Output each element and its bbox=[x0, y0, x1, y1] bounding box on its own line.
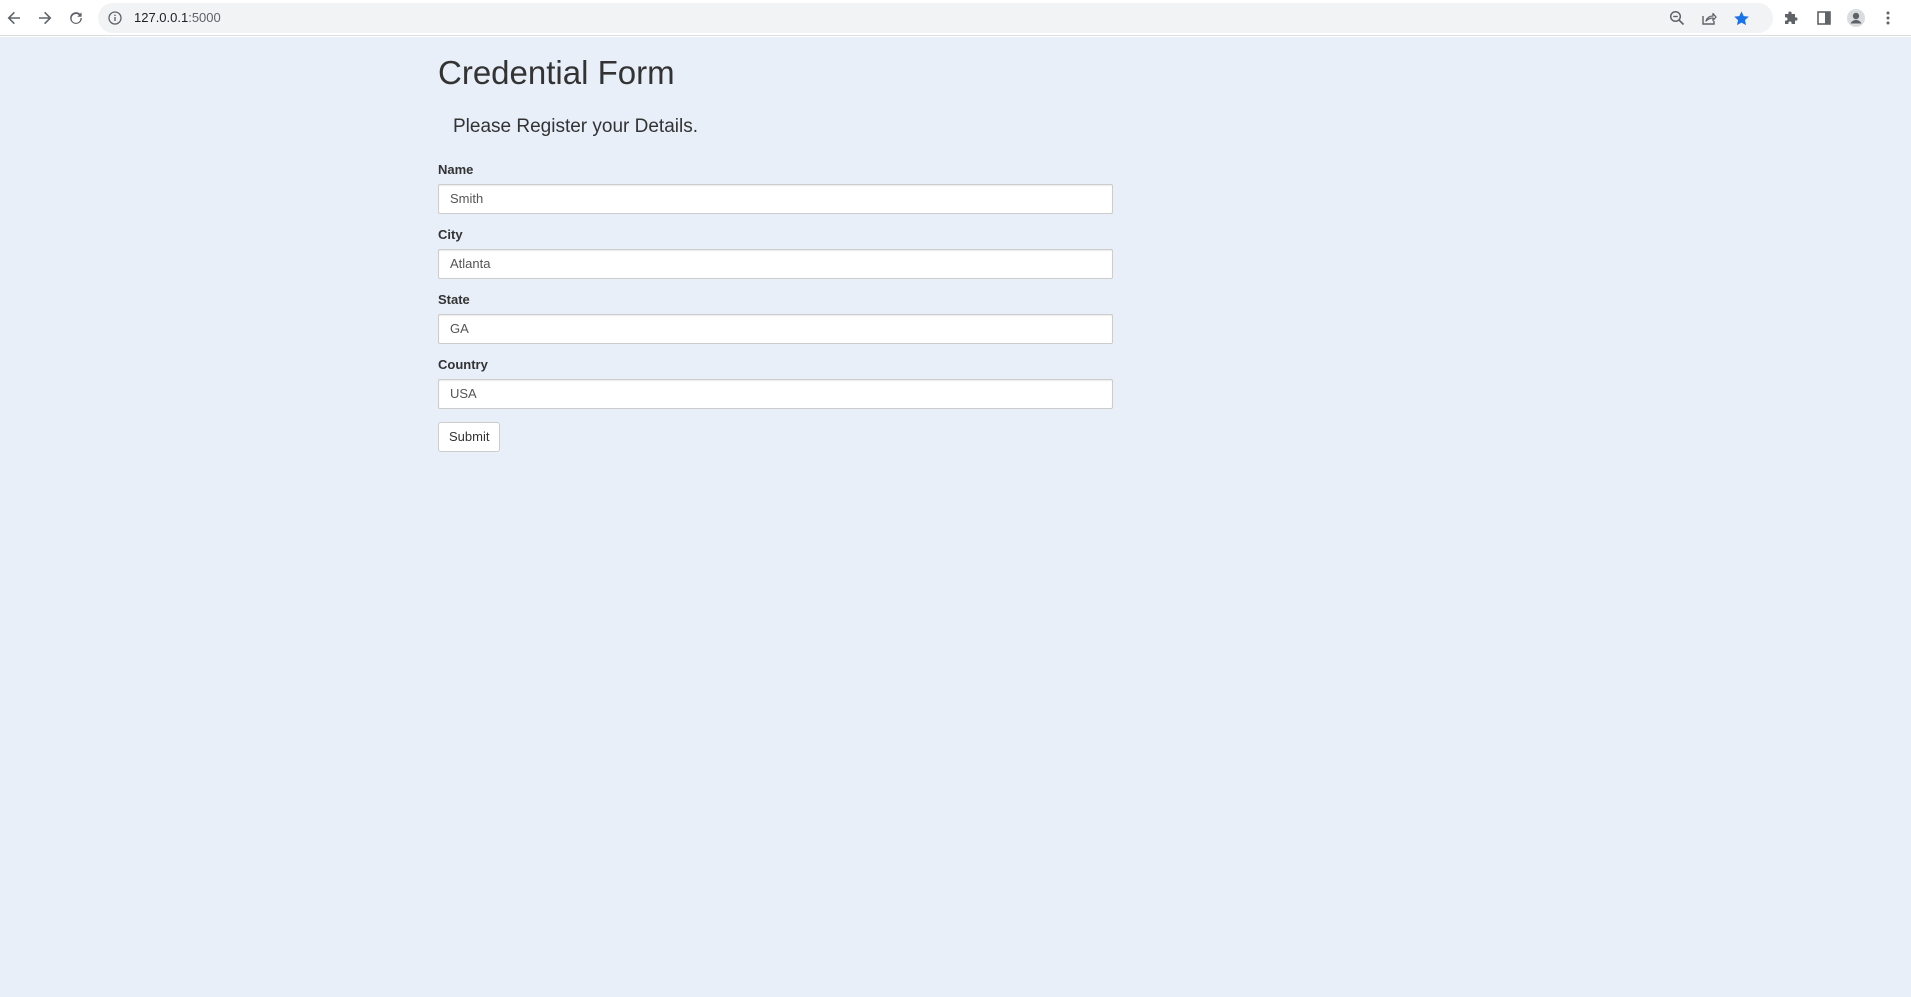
star-icon[interactable] bbox=[1731, 8, 1751, 28]
kebab-menu-icon[interactable] bbox=[1877, 7, 1899, 29]
url-port: :5000 bbox=[188, 10, 221, 25]
address-bar[interactable]: 127.0.0.1:5000 bbox=[98, 3, 1773, 33]
share-icon[interactable] bbox=[1699, 8, 1719, 28]
city-label: City bbox=[438, 226, 463, 242]
state-field-group: State bbox=[438, 292, 1114, 344]
avatar-icon[interactable] bbox=[1845, 7, 1867, 29]
country-label: Country bbox=[438, 356, 488, 372]
city-field-group: City bbox=[438, 227, 1114, 279]
page-title: Credential Form bbox=[438, 54, 675, 91]
city-input[interactable] bbox=[438, 248, 1113, 279]
form-container: Credential Form Please Register your Det… bbox=[438, 37, 1114, 452]
page-body: Credential Form Please Register your Det… bbox=[0, 37, 1911, 997]
reload-icon bbox=[68, 10, 84, 26]
arrow-left-icon bbox=[6, 10, 22, 26]
info-icon[interactable] bbox=[108, 11, 122, 25]
zoom-out-icon[interactable] bbox=[1667, 8, 1687, 28]
submit-button[interactable]: Submit bbox=[438, 421, 501, 452]
name-field-group: Name bbox=[438, 162, 1114, 214]
reload-button[interactable] bbox=[62, 4, 90, 32]
back-button[interactable] bbox=[0, 4, 28, 32]
side-panel-icon[interactable] bbox=[1813, 7, 1835, 29]
page-subtitle: Please Register your Details. bbox=[453, 115, 698, 137]
country-field-group: Country bbox=[438, 357, 1114, 409]
name-label: Name bbox=[438, 161, 474, 177]
state-label: State bbox=[438, 291, 470, 307]
url-host: 127.0.0.1 bbox=[134, 10, 189, 25]
credential-form: Name City State Country Submit bbox=[438, 162, 1114, 452]
state-input[interactable] bbox=[438, 313, 1113, 344]
name-input[interactable] bbox=[438, 183, 1113, 214]
forward-button[interactable] bbox=[31, 4, 59, 32]
url-text[interactable]: 127.0.0.1:5000 bbox=[134, 10, 221, 25]
arrow-right-icon bbox=[37, 10, 53, 26]
browser-toolbar: 127.0.0.1:5000 bbox=[0, 0, 1911, 36]
puzzle-icon[interactable] bbox=[1781, 7, 1803, 29]
country-input[interactable] bbox=[438, 378, 1113, 409]
